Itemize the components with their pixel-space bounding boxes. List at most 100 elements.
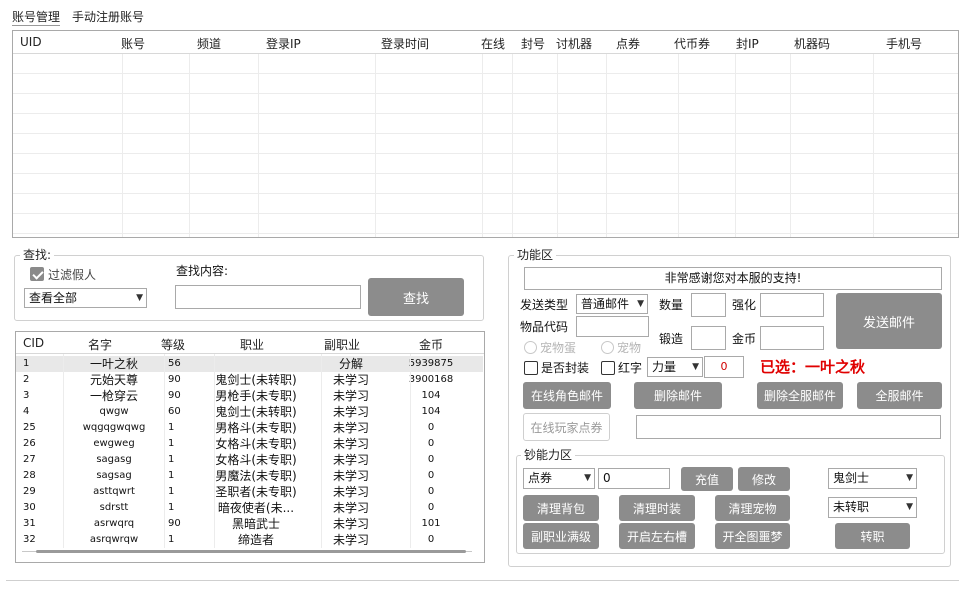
send-type-select[interactable]: 普通邮件 ▼ — [576, 294, 648, 314]
red-text-checkbox[interactable] — [601, 361, 615, 375]
col-name[interactable]: 名字 — [88, 336, 112, 353]
cell-cid: 3 — [23, 390, 30, 401]
table-row[interactable]: 25 wqgqgwqwg 1 男格斗(未专职) 未学习 0 — [16, 420, 483, 436]
search-button[interactable]: 查找 — [368, 278, 464, 316]
filter-fake-checkbox[interactable] — [30, 267, 44, 281]
table-row[interactable]: 31 asrwqrq 90 黑暗武士 未学习 101 — [16, 516, 483, 532]
recharge-button[interactable]: 充值 — [681, 467, 733, 491]
pet-egg-radio[interactable] — [524, 341, 537, 354]
gold-input[interactable] — [760, 326, 824, 350]
col-login-time[interactable]: 登录时间 — [381, 35, 429, 52]
cell-cid: 31 — [23, 518, 36, 529]
table-row[interactable]: 3 一枪穿云 90 男枪手(未专职) 未学习 104 — [16, 388, 483, 404]
tab-account-management[interactable]: 账号管理 — [12, 8, 61, 26]
cell-subjob: 未学习 — [332, 517, 369, 531]
character-table[interactable]: CID 名字 等级 职业 副职业 金币 1 一叶之秋 56 分解 5939875 2 元始天… — [15, 331, 485, 563]
table-row[interactable]: 26 ewgweg 1 女格斗(未专职) 未学习 0 — [16, 436, 483, 452]
col-points[interactable]: 点券 — [616, 35, 640, 52]
clear-bag-button[interactable]: 清理背包 — [523, 495, 599, 521]
cell-name: 一枪穿云 — [89, 389, 138, 403]
delete-mail-button[interactable]: 删除邮件 — [634, 382, 722, 409]
col-channel[interactable]: 频道 — [197, 35, 221, 52]
cell-subjob: 未学习 — [332, 469, 369, 483]
table-row[interactable]: 29 asttqwrt 1 圣职者(未专职) 未学习 0 — [16, 484, 483, 500]
cell-gold: 104 — [421, 406, 441, 417]
table-row[interactable]: 28 sagsag 1 男魔法(未专职) 未学习 0 — [16, 468, 483, 484]
change-job-button[interactable]: 转职 — [835, 523, 910, 549]
delete-all-mail-button[interactable]: 删除全服邮件 — [757, 382, 843, 409]
search-input[interactable] — [175, 285, 361, 309]
col-level[interactable]: 等级 — [161, 336, 185, 353]
cell-job: 女格斗(未专职) — [215, 453, 297, 467]
cell-job: 暗夜使者(未... — [217, 501, 295, 515]
sealed-label[interactable]: 是否封装 — [541, 360, 589, 376]
table-row[interactable]: 1 一叶之秋 56 分解 5939875 — [16, 356, 483, 372]
job-select[interactable]: 鬼剑士 ▼ — [828, 468, 917, 489]
col-login-ip[interactable]: 登录IP — [266, 35, 301, 52]
view-select[interactable]: 查看全部 ▼ — [24, 288, 147, 308]
table-row[interactable]: 27 sagasg 1 女格斗(未专职) 未学习 0 — [16, 452, 483, 468]
sealed-checkbox[interactable] — [524, 361, 538, 375]
col-gold[interactable]: 金币 — [419, 336, 443, 353]
grid-column-line — [63, 354, 64, 548]
col-machine-code[interactable]: 机器码 — [794, 35, 830, 52]
col-job[interactable]: 职业 — [240, 336, 264, 353]
open-slots-button[interactable]: 开启左右槽 — [619, 523, 695, 549]
col-uid[interactable]: UID — [20, 35, 42, 49]
cell-subjob: 分解 — [338, 357, 363, 371]
account-table[interactable]: UID 账号 频道 登录IP 登录时间 在线 封号 讨机器 点券 代币券 封IP… — [12, 30, 959, 238]
clear-fashion-button[interactable]: 清理时装 — [619, 495, 695, 521]
col-cid[interactable]: CID — [23, 336, 44, 350]
selected-character-text: 已选：一叶之秋 — [760, 358, 866, 376]
grid-row-line — [13, 153, 958, 154]
currency-select[interactable]: 点券 ▼ — [523, 468, 595, 489]
cell-job: 鬼剑士(未转职) — [215, 373, 297, 387]
item-code-input[interactable] — [576, 316, 649, 337]
subjob-max-button[interactable]: 副职业满级 — [523, 523, 599, 549]
currency-select-value: 点券 — [528, 471, 553, 485]
grid-row-line — [13, 133, 958, 134]
col-account[interactable]: 账号 — [121, 35, 145, 52]
grid-column-line — [512, 54, 513, 237]
col-ban-ip[interactable]: 封IP — [736, 35, 759, 52]
pet-radio[interactable] — [601, 341, 614, 354]
advance-select-value: 未转职 — [833, 500, 870, 514]
table-row[interactable]: 4 qwgw 60 鬼剑士(未转职) 未学习 104 — [16, 404, 483, 420]
grid-column-line — [790, 54, 791, 237]
coupon-input[interactable] — [636, 415, 941, 439]
modify-button[interactable]: 修改 — [738, 467, 790, 491]
tab-manual-register[interactable]: 手动注册账号 — [72, 8, 144, 26]
col-tokens[interactable]: 代币券 — [674, 35, 710, 52]
all-server-mail-button[interactable]: 全服邮件 — [857, 382, 942, 409]
search-content-label: 查找内容: — [176, 264, 229, 278]
forge-input[interactable] — [691, 326, 726, 350]
col-banned[interactable]: 封号 — [521, 35, 545, 52]
quantity-input[interactable] — [691, 293, 726, 317]
stat-select[interactable]: 力量 ▼ — [647, 357, 703, 377]
cell-name: asrwqrq — [93, 518, 135, 529]
horizontal-scrollbar-thumb[interactable] — [36, 550, 466, 553]
clear-pet-button[interactable]: 清理宠物 — [715, 495, 790, 521]
table-row[interactable]: 32 asrqwrqw 1 缔造者 未学习 0 — [16, 532, 483, 548]
cell-cid: 26 — [23, 438, 36, 449]
amount-input[interactable]: 0 — [598, 468, 670, 489]
online-role-mail-button[interactable]: 在线角色邮件 — [523, 382, 611, 409]
col-phone[interactable]: 手机号 — [886, 35, 922, 52]
table-row[interactable]: 2 元始天尊 90 鬼剑士(未转职) 未学习 3900168 — [16, 372, 483, 388]
online-player-coupon-button[interactable]: 在线玩家点券 — [523, 413, 610, 441]
cell-level: 56 — [168, 358, 181, 369]
grid-column-line — [557, 54, 558, 237]
send-mail-button[interactable]: 发送邮件 — [836, 293, 942, 349]
advance-select[interactable]: 未转职 ▼ — [828, 497, 917, 518]
filter-fake-label[interactable]: 过滤假人 — [48, 267, 96, 283]
grid-row-line — [13, 113, 958, 114]
table-row[interactable]: 30 sdrstt 1 暗夜使者(未... 未学习 0 — [16, 500, 483, 516]
stat-value-input[interactable]: 0 — [704, 356, 744, 378]
enhance-input[interactable] — [760, 293, 824, 317]
red-text-label[interactable]: 红字 — [618, 360, 642, 376]
col-subjob[interactable]: 副职业 — [324, 336, 360, 353]
col-machine-ban[interactable]: 讨机器 — [556, 35, 592, 52]
grid-row-line — [13, 93, 958, 94]
col-online[interactable]: 在线 — [481, 35, 505, 52]
open-map-nightmare-button[interactable]: 开全图噩梦 — [715, 523, 790, 549]
